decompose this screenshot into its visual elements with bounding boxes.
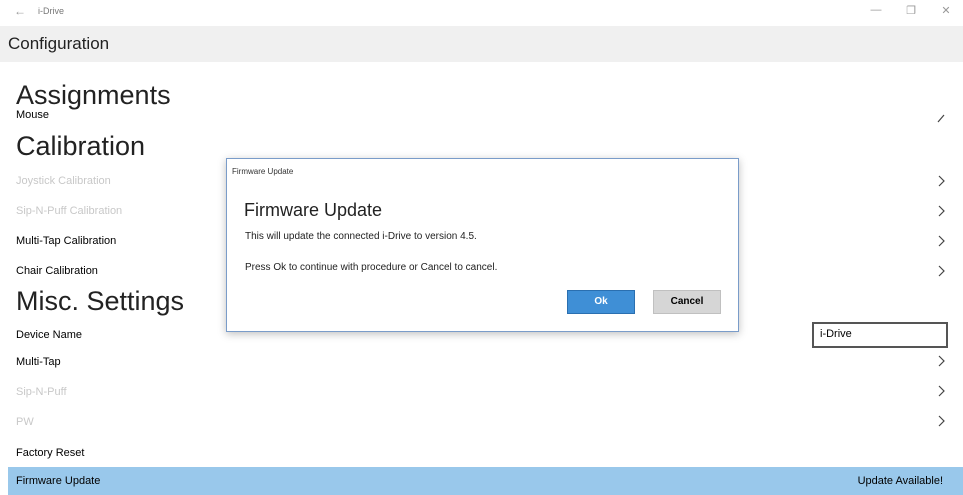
list-item-pw[interactable]: PW <box>16 416 34 428</box>
chevron-right-icon[interactable] <box>934 174 948 188</box>
device-name-value: i-Drive <box>820 328 852 340</box>
section-heading-assignments: Assignments <box>16 80 171 110</box>
list-item-chair-calibration[interactable]: Chair Calibration <box>16 265 98 277</box>
firmware-update-dialog: Firmware Update Firmware Update This wil… <box>226 158 739 332</box>
update-status: Update Available! <box>857 475 943 487</box>
firmware-update-row[interactable]: Firmware Update Update Available! <box>8 467 963 495</box>
back-arrow-icon[interactable]: ← <box>14 4 26 18</box>
title-bar: ← i-Drive — ❐ ✕ <box>0 0 963 24</box>
dialog-title: Firmware Update <box>232 167 294 176</box>
dialog-heading: Firmware Update <box>244 200 383 220</box>
chevron-right-icon[interactable] <box>934 354 948 368</box>
list-item-joystick-calibration[interactable]: Joystick Calibration <box>16 175 111 187</box>
chevron-right-icon[interactable] <box>934 110 948 124</box>
section-heading-misc-settings: Misc. Settings <box>16 286 185 316</box>
cancel-button[interactable]: Cancel <box>653 290 721 314</box>
device-name-input[interactable]: i-Drive <box>812 322 948 348</box>
list-item-multi-tap[interactable]: Multi-Tap <box>16 356 61 368</box>
app-title: i-Drive <box>38 6 64 16</box>
minimize-icon[interactable]: — <box>866 4 886 16</box>
ok-button[interactable]: Ok <box>567 290 635 314</box>
section-heading-calibration: Calibration <box>16 131 146 161</box>
firmware-update-label: Firmware Update <box>16 475 101 487</box>
list-item-mouse[interactable]: Mouse <box>16 109 49 121</box>
list-item-factory-reset[interactable]: Factory Reset <box>16 447 84 459</box>
page-title: Configuration <box>8 34 110 53</box>
chevron-right-icon[interactable] <box>934 414 948 428</box>
close-icon[interactable]: ✕ <box>936 4 956 17</box>
chevron-right-icon[interactable] <box>934 234 948 248</box>
chevron-right-icon[interactable] <box>934 264 948 278</box>
dialog-message-version: This will update the connected i-Drive t… <box>245 231 477 242</box>
chevron-right-icon[interactable] <box>934 204 948 218</box>
chevron-right-icon[interactable] <box>934 384 948 398</box>
device-name-label: Device Name <box>16 329 83 341</box>
list-item-multi-tap-calibration[interactable]: Multi-Tap Calibration <box>16 235 116 247</box>
restore-icon[interactable]: ❐ <box>901 4 921 17</box>
list-item-sip-n-puff-calibration[interactable]: Sip-N-Puff Calibration <box>16 205 122 217</box>
page-header: Configuration <box>0 26 963 62</box>
dialog-message-instructions: Press Ok to continue with procedure or C… <box>245 262 498 273</box>
list-item-sip-n-puff[interactable]: Sip-N-Puff <box>16 386 67 398</box>
